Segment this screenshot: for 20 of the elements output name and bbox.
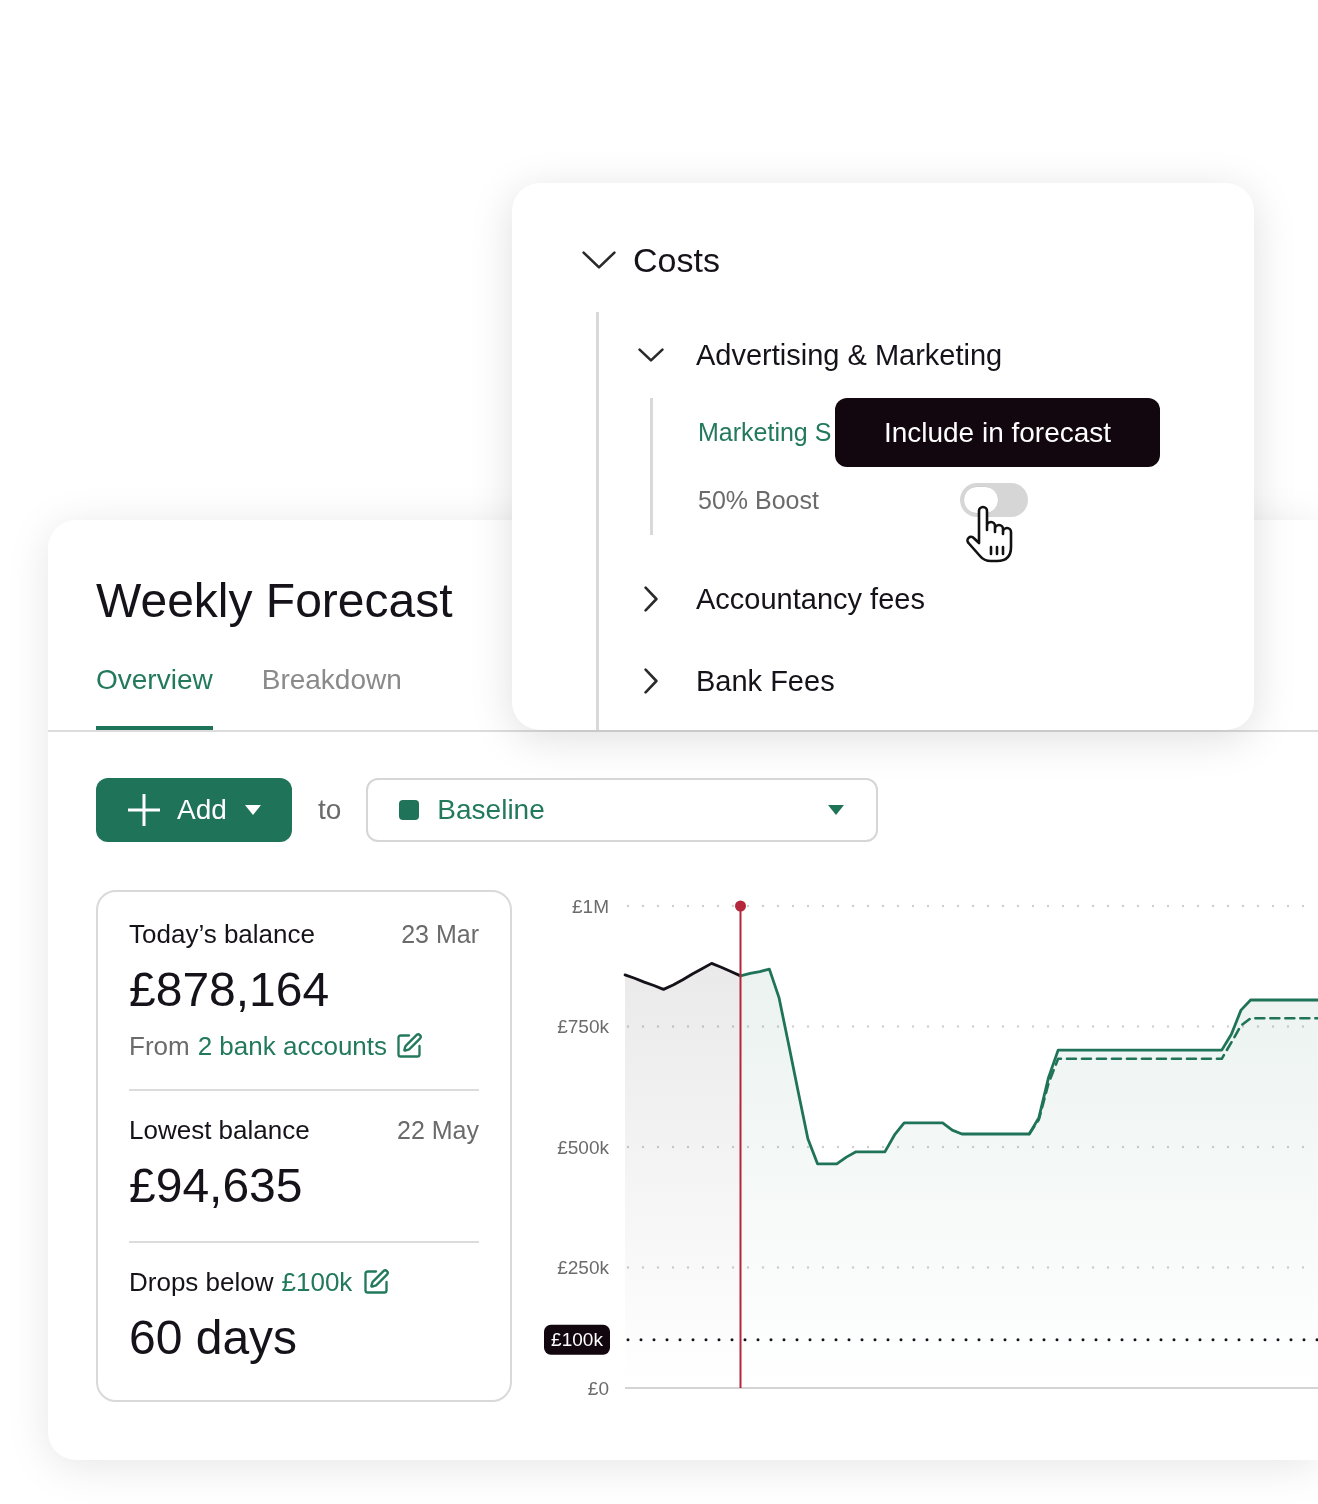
summary-date: 23 Mar [401,919,479,950]
summary-label: Lowest balance [129,1114,310,1146]
page-title: Weekly Forecast [96,573,453,629]
summary-label: Today’s balance [129,918,315,950]
connector-text: to [318,794,342,826]
y-axis-label: £1M [572,895,609,917]
summary-value: £878,164 [129,962,330,1018]
ref-line-label: £100k [551,1329,604,1351]
y-axis-label: £750k [557,1016,609,1037]
y-axis-label: £250k [557,1257,609,1278]
summary-value: 60 days [129,1310,298,1366]
summary-value: £94,635 [129,1158,303,1214]
y-axis-label: £0 [587,1377,609,1399]
summary-label: Drops below [129,1266,274,1298]
option-label: 50% Boost [698,485,820,516]
summary-date: 22 May [397,1115,479,1146]
threshold-label: £100k [544,1324,610,1355]
tooltip: Include in forecast [835,398,1160,467]
source-label: From [129,1030,190,1062]
y-axis-label: £500k [557,1136,609,1158]
